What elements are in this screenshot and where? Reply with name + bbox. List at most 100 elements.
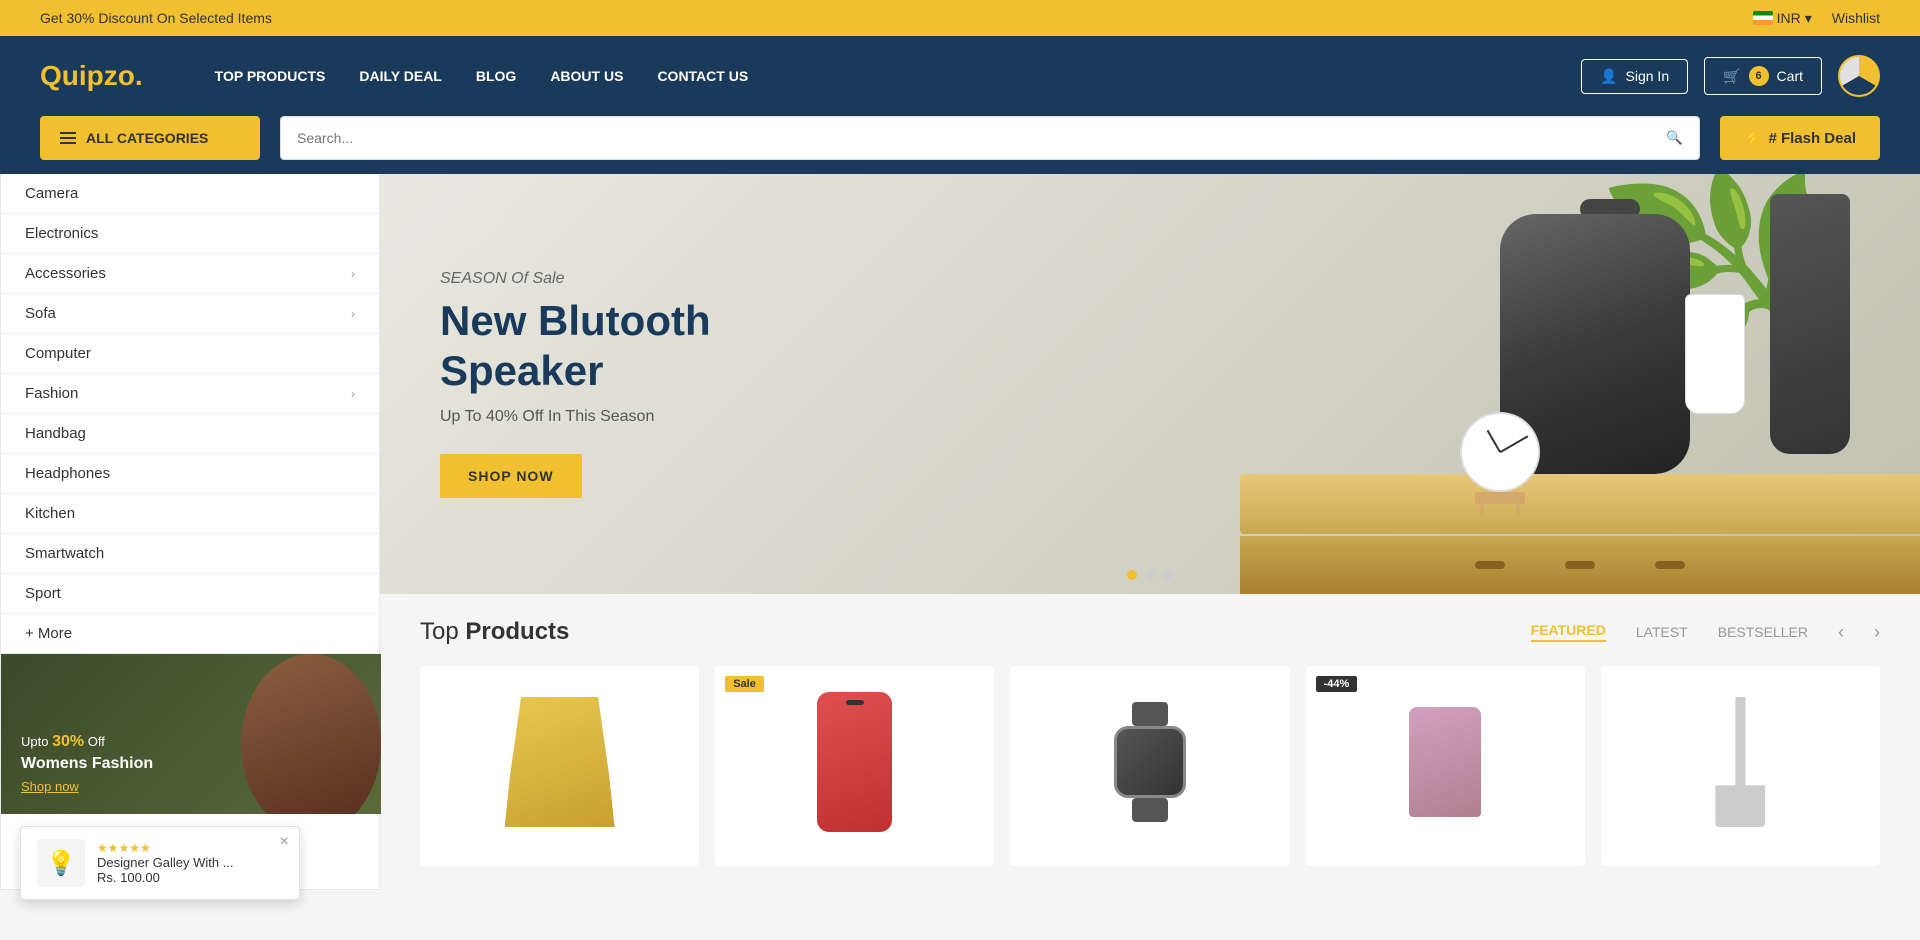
sidebar-item-smartwatch[interactable]: Smartwatch (1, 534, 379, 574)
tall-vase (1760, 194, 1860, 494)
products-prev-button[interactable]: ‹ (1838, 622, 1844, 643)
chevron-right-icon: › (351, 387, 355, 401)
nav-about-us[interactable]: ABOUT US (538, 60, 635, 92)
logo-text: Quipzo (40, 60, 135, 91)
product-card-watch (1010, 666, 1289, 866)
tab-latest[interactable]: LATEST (1636, 624, 1688, 640)
sidebar-item-accessories[interactable]: Accessories › (1, 254, 379, 294)
sidebar-item-sport[interactable]: Sport (1, 574, 379, 614)
sidebar-item-more[interactable]: + More (1, 614, 379, 654)
analog-clock (1460, 412, 1540, 514)
avatar[interactable] (1838, 55, 1880, 97)
clock-base (1475, 492, 1525, 504)
banner-dot-1[interactable] (1127, 570, 1137, 580)
product-image-hook (1617, 682, 1864, 842)
hero-shop-now-button[interactable]: SHOP NOW (440, 454, 582, 498)
sidebar-item-sofa[interactable]: Sofa › (1, 294, 379, 334)
logo-dot: . (135, 60, 143, 91)
top-products-section: Top Products FEATURED LATEST BESTSELLER … (380, 594, 1920, 890)
sign-in-label: Sign In (1626, 68, 1670, 84)
products-tabs: FEATURED LATEST BESTSELLER ‹ › (1531, 622, 1880, 643)
top-banner: Get 30% Discount On Selected Items INR ▾… (0, 0, 1920, 36)
product-image-phone (731, 682, 978, 842)
promo-upto: Upto 30% Off (21, 731, 153, 753)
sign-in-button[interactable]: 👤 Sign In (1581, 59, 1688, 94)
right-content: SEASON Of Sale New Blutooth Speaker Up T… (380, 174, 1920, 890)
phone-shape (817, 692, 892, 832)
banner-dots (1127, 570, 1173, 580)
main-nav: TOP PRODUCTS DAILY DEAL BLOG ABOUT US CO… (203, 60, 1541, 92)
hamburger-icon (60, 132, 76, 144)
tab-bestseller[interactable]: BESTSELLER (1718, 624, 1808, 640)
watch-band-top-shape (1132, 702, 1168, 726)
products-header: Top Products FEATURED LATEST BESTSELLER … (420, 618, 1880, 646)
clock-legs (1480, 504, 1520, 514)
search-button[interactable]: 🔍 (1650, 117, 1699, 159)
sidebar-item-fashion[interactable]: Fashion › (1, 374, 379, 414)
currency-selector[interactable]: INR ▾ (1753, 10, 1812, 27)
discount-badge: -44% (1316, 676, 1358, 692)
hero-banner: SEASON Of Sale New Blutooth Speaker Up T… (380, 174, 1920, 594)
search-bar: 🔍 (280, 116, 1700, 160)
toast-stars: ★★★★★ (97, 841, 283, 855)
sidebar-item-headphones[interactable]: Headphones (1, 454, 379, 494)
all-categories-button[interactable]: ALL CATEGORIES (40, 116, 260, 160)
wishlist-link[interactable]: Wishlist (1832, 10, 1880, 26)
search-input[interactable] (281, 117, 1650, 159)
tab-featured[interactable]: FEATURED (1531, 622, 1606, 642)
cart-button[interactable]: 🛒 6 Cart (1704, 57, 1822, 95)
toast-product-image: 💡 (37, 839, 85, 887)
product-card-bag: -44% (1306, 666, 1585, 866)
banner-dot-2[interactable] (1145, 570, 1155, 580)
bag-shape (1409, 707, 1481, 817)
cart-label: Cart (1777, 68, 1803, 84)
watch-shape (1114, 702, 1186, 822)
hero-season-text: SEASON Of Sale (440, 270, 820, 288)
products-next-button[interactable]: › (1874, 622, 1880, 643)
sidebar-item-handbag[interactable]: Handbag (1, 414, 379, 454)
sidebar-item-electronics[interactable]: Electronics (1, 214, 379, 254)
india-flag-icon (1753, 11, 1773, 25)
cart-icon: 🛒 (1723, 68, 1740, 85)
chevron-down-icon: ▾ (1805, 10, 1812, 27)
nav-blog[interactable]: BLOG (464, 60, 528, 92)
promo-shop-link[interactable]: Shop now (21, 779, 79, 794)
sidebar-item-kitchen[interactable]: Kitchen (1, 494, 379, 534)
chevron-right-icon: › (351, 307, 355, 321)
product-image-watch (1026, 682, 1273, 842)
sidebar-item-computer[interactable]: Computer (1, 334, 379, 374)
nav-daily-deal[interactable]: DAILY DEAL (347, 60, 453, 92)
nav-contact-us[interactable]: CONTACT US (645, 60, 760, 92)
user-icon: 👤 (1600, 68, 1617, 85)
banner-dot-3[interactable] (1163, 570, 1173, 580)
flash-deal-button[interactable]: ⚡ # Flash Deal (1720, 116, 1880, 160)
vase-tall-body (1770, 194, 1850, 454)
currency-label: INR (1777, 10, 1801, 26)
search-row: ALL CATEGORIES 🔍 ⚡ # Flash Deal (0, 116, 1920, 174)
sale-badge: Sale (725, 676, 764, 692)
hook-shape (1715, 697, 1765, 827)
main-content: Camera Electronics Accessories › Sofa › … (0, 174, 1920, 890)
toast-price: Rs. 100.00 (97, 870, 283, 885)
clock-face (1460, 412, 1540, 492)
header: Quipzo. TOP PRODUCTS DAILY DEAL BLOG ABO… (0, 36, 1920, 116)
clock-leg-left (1480, 504, 1484, 514)
hero-title: New Blutooth Speaker (440, 296, 820, 397)
nav-top-products[interactable]: TOP PRODUCTS (203, 60, 338, 92)
cart-count-badge: 6 (1749, 66, 1769, 86)
sidebar-promo-banner: Upto 30% Off Womens Fashion Shop now (1, 654, 381, 814)
toast-close-button[interactable]: × (280, 833, 289, 851)
header-actions: 👤 Sign In 🛒 6 Cart (1581, 55, 1880, 97)
logo[interactable]: Quipzo. (40, 60, 143, 92)
flash-icon: ⚡ (1744, 129, 1763, 147)
watch-band-bottom-shape (1132, 798, 1168, 822)
clock-hour-hand (1487, 430, 1501, 453)
vase-small-body (1685, 294, 1745, 414)
search-icon: 🔍 (1666, 130, 1683, 146)
product-card-chair (420, 666, 699, 866)
sidebar-item-camera[interactable]: Camera (1, 174, 379, 214)
clock-minute-hand (1500, 435, 1528, 452)
product-card-phone: Sale (715, 666, 994, 866)
hero-subtitle: Up To 40% Off In This Season (440, 408, 820, 426)
drawer-handle-3 (1655, 561, 1685, 569)
